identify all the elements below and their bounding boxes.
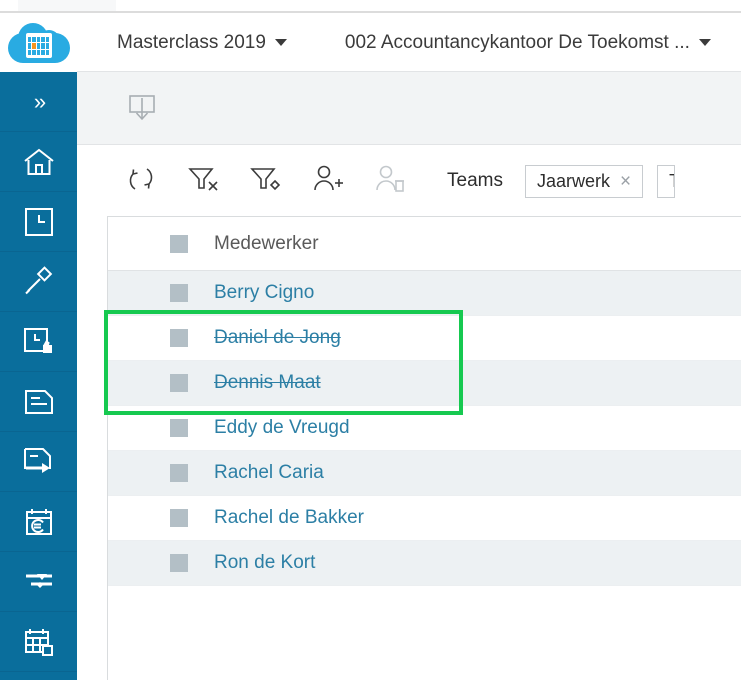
- sidebar-item-hours-approval[interactable]: [0, 312, 77, 372]
- employee-name: Daniel de Jong: [214, 327, 341, 348]
- team-tag-label: Jaarwerk: [536, 170, 610, 191]
- breadcrumb-item-masterclass[interactable]: Masterclass 2019: [117, 32, 287, 54]
- team-tag-label: T: [669, 171, 674, 192]
- table-row[interactable]: Rachel de Bakker: [108, 496, 741, 541]
- select-all-checkbox[interactable]: [170, 234, 188, 253]
- sidebar-item-document-export[interactable]: [0, 432, 77, 492]
- gavel-icon: [23, 265, 55, 298]
- chevron-down-icon: [274, 39, 287, 46]
- sidebar-item-hours[interactable]: [0, 192, 77, 252]
- sidebar-item-home[interactable]: [0, 132, 77, 192]
- row-checkbox[interactable]: [170, 419, 188, 437]
- breadcrumb: Masterclass 2019 002 Accountancykantoor …: [77, 32, 711, 54]
- document-icon: [23, 388, 55, 416]
- table-empty-area: [108, 586, 741, 680]
- breadcrumb-label: Masterclass 2019: [117, 31, 266, 53]
- sidebar-item-invoicing[interactable]: [0, 492, 77, 552]
- employee-name: Rachel de Bakker: [214, 507, 364, 528]
- edit-filter-button[interactable]: [243, 159, 287, 203]
- table-row[interactable]: Rachel Caria: [108, 451, 741, 496]
- employee-table: Medewerker Berry Cigno Daniel de Jong De…: [107, 216, 741, 680]
- clock-square-icon: [24, 207, 54, 237]
- refresh-button[interactable]: [119, 159, 163, 203]
- row-checkbox[interactable]: [170, 284, 188, 302]
- calendar-euro-icon: [24, 507, 54, 537]
- row-checkbox[interactable]: [170, 509, 188, 527]
- home-icon: [23, 147, 55, 177]
- cloud-calendar-logo-icon: [7, 21, 70, 65]
- table-row[interactable]: Eddy de Vreugd: [108, 406, 741, 451]
- left-sidebar: »: [0, 72, 77, 680]
- secondary-toolbar: [77, 72, 741, 145]
- row-checkbox[interactable]: [170, 374, 188, 392]
- sidebar-item-collapse-expand[interactable]: »: [0, 72, 77, 132]
- sidebar-item-documents[interactable]: [0, 372, 77, 432]
- sliders-icon: [23, 570, 55, 594]
- filter-clear-icon: [186, 163, 220, 200]
- user-delete-icon: [373, 163, 405, 200]
- document-arrow-right-icon: [22, 447, 56, 477]
- add-employee-button[interactable]: [305, 159, 349, 203]
- browser-chrome-strip: [0, 0, 741, 13]
- sidebar-item-settings-sliders[interactable]: [0, 552, 77, 612]
- table-row[interactable]: Dennis Maat: [108, 361, 741, 406]
- delete-employee-button[interactable]: [367, 159, 411, 203]
- import-button[interactable]: [119, 86, 165, 132]
- tray-download-icon: [124, 89, 160, 130]
- employee-name: Eddy de Vreugd: [214, 417, 350, 438]
- chevron-double-right-icon: »: [33, 88, 46, 114]
- column-header-medewerker: Medewerker: [214, 232, 319, 254]
- row-checkbox[interactable]: [170, 329, 188, 347]
- app-root: Masterclass 2019 002 Accountancykantoor …: [0, 0, 741, 680]
- app-logo[interactable]: [0, 13, 77, 72]
- employee-name: Rachel Caria: [214, 462, 324, 483]
- clock-thumbsup-icon: [23, 327, 55, 357]
- table-row[interactable]: Daniel de Jong: [108, 316, 741, 361]
- row-checkbox[interactable]: [170, 554, 188, 572]
- teams-filter-label: Teams: [447, 170, 503, 191]
- table-row[interactable]: Berry Cigno: [108, 271, 741, 316]
- team-tag-jaarwerk[interactable]: Jaarwerk ×: [524, 164, 644, 198]
- primary-toolbar: Teams Jaarwerk × T: [77, 146, 741, 216]
- sidebar-item-gavel[interactable]: [0, 252, 77, 312]
- clear-filter-button[interactable]: [181, 159, 225, 203]
- breadcrumb-item-client[interactable]: 002 Accountancykantoor De Toekomst ...: [345, 32, 711, 54]
- employee-name: Dennis Maat: [214, 372, 321, 393]
- table-header-row: Medewerker: [108, 217, 741, 271]
- filter-settings-icon: [248, 163, 282, 200]
- chevron-down-icon: [698, 39, 711, 46]
- employee-name: Ron de Kort: [214, 552, 316, 573]
- team-tag-second[interactable]: T: [657, 164, 676, 198]
- breadcrumb-label: 002 Accountancykantoor De Toekomst ...: [344, 31, 690, 53]
- app-header-bar: Masterclass 2019 002 Accountancykantoor …: [0, 13, 741, 72]
- close-icon[interactable]: ×: [620, 172, 631, 191]
- table-row[interactable]: Ron de Kort: [108, 541, 741, 586]
- refresh-icon: [125, 163, 157, 200]
- employee-name: Berry Cigno: [214, 282, 315, 303]
- sidebar-item-planning[interactable]: [0, 612, 77, 672]
- calendar-grid-icon: [23, 627, 55, 657]
- user-plus-icon: [311, 163, 343, 200]
- row-checkbox[interactable]: [170, 464, 188, 482]
